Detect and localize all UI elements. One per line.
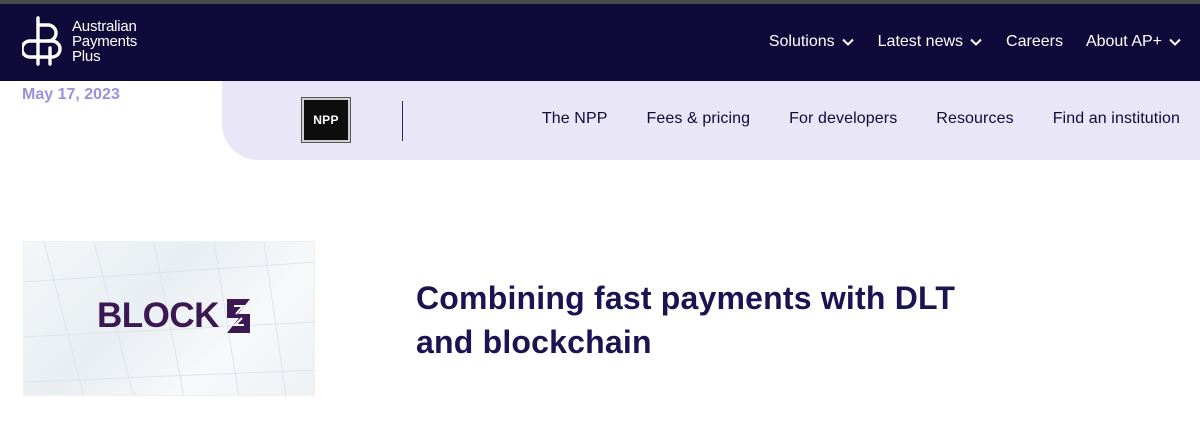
nav-item-about[interactable]: About AP+	[1086, 33, 1182, 51]
block-logo: BLOCK	[97, 296, 254, 336]
site-header: Australian Payments Plus Solutions Lates…	[0, 4, 1200, 81]
article-title-line: Combining fast payments with DLT	[416, 280, 956, 316]
brand-name-line: Plus	[72, 47, 101, 65]
chevron-down-icon	[841, 38, 854, 46]
brand-name-line: Payments	[72, 32, 138, 50]
npp-logo-text: NPP	[313, 113, 339, 127]
nav-item-label: Solutions	[768, 33, 835, 50]
sub-nav-item-find-institution[interactable]: Find an institution	[1053, 110, 1180, 128]
chevron-down-icon	[970, 38, 982, 46]
ap-plus-logo-icon	[22, 16, 62, 66]
block-logo-text: BLOCK	[97, 296, 219, 335]
article-hero-image: BLOCK	[23, 241, 315, 396]
sub-nav-item-fees-pricing[interactable]: Fees & pricing	[647, 110, 751, 128]
nav-item-solutions[interactable]: Solutions	[769, 33, 855, 51]
nav-item-careers[interactable]: Careers	[1006, 33, 1063, 51]
sub-nav-item-for-developers[interactable]: For developers	[789, 110, 897, 128]
article-title[interactable]: Combining fast payments with DLT and blo…	[416, 276, 1036, 364]
npp-sub-nav: NPP The NPP Fees & pricing For developer…	[222, 81, 1200, 160]
main-nav: Solutions Latest news Careers About AP+	[746, 33, 1182, 51]
nav-item-label: Careers	[1006, 33, 1063, 50]
brand-name: Australian Payments Plus	[72, 19, 137, 64]
brand-name-line: Australian	[72, 17, 137, 35]
sub-nav-links: The NPP Fees & pricing For developers Re…	[503, 110, 1180, 128]
block-z-mark-icon	[226, 299, 250, 333]
sub-nav-divider	[402, 101, 403, 141]
nav-item-latest-news[interactable]: Latest news	[878, 33, 983, 51]
sub-nav-item-resources[interactable]: Resources	[936, 110, 1013, 128]
nav-item-label: Latest news	[877, 33, 964, 50]
npp-logo[interactable]: NPP	[301, 97, 351, 143]
article-title-line: and blockchain	[416, 324, 652, 360]
chevron-down-icon	[1169, 38, 1181, 46]
nav-item-label: About AP+	[1085, 33, 1162, 50]
ap-plus-logo[interactable]: Australian Payments Plus	[22, 13, 152, 69]
article-date: May 17, 2023	[22, 86, 120, 103]
sub-nav-item-the-npp[interactable]: The NPP	[542, 110, 608, 128]
